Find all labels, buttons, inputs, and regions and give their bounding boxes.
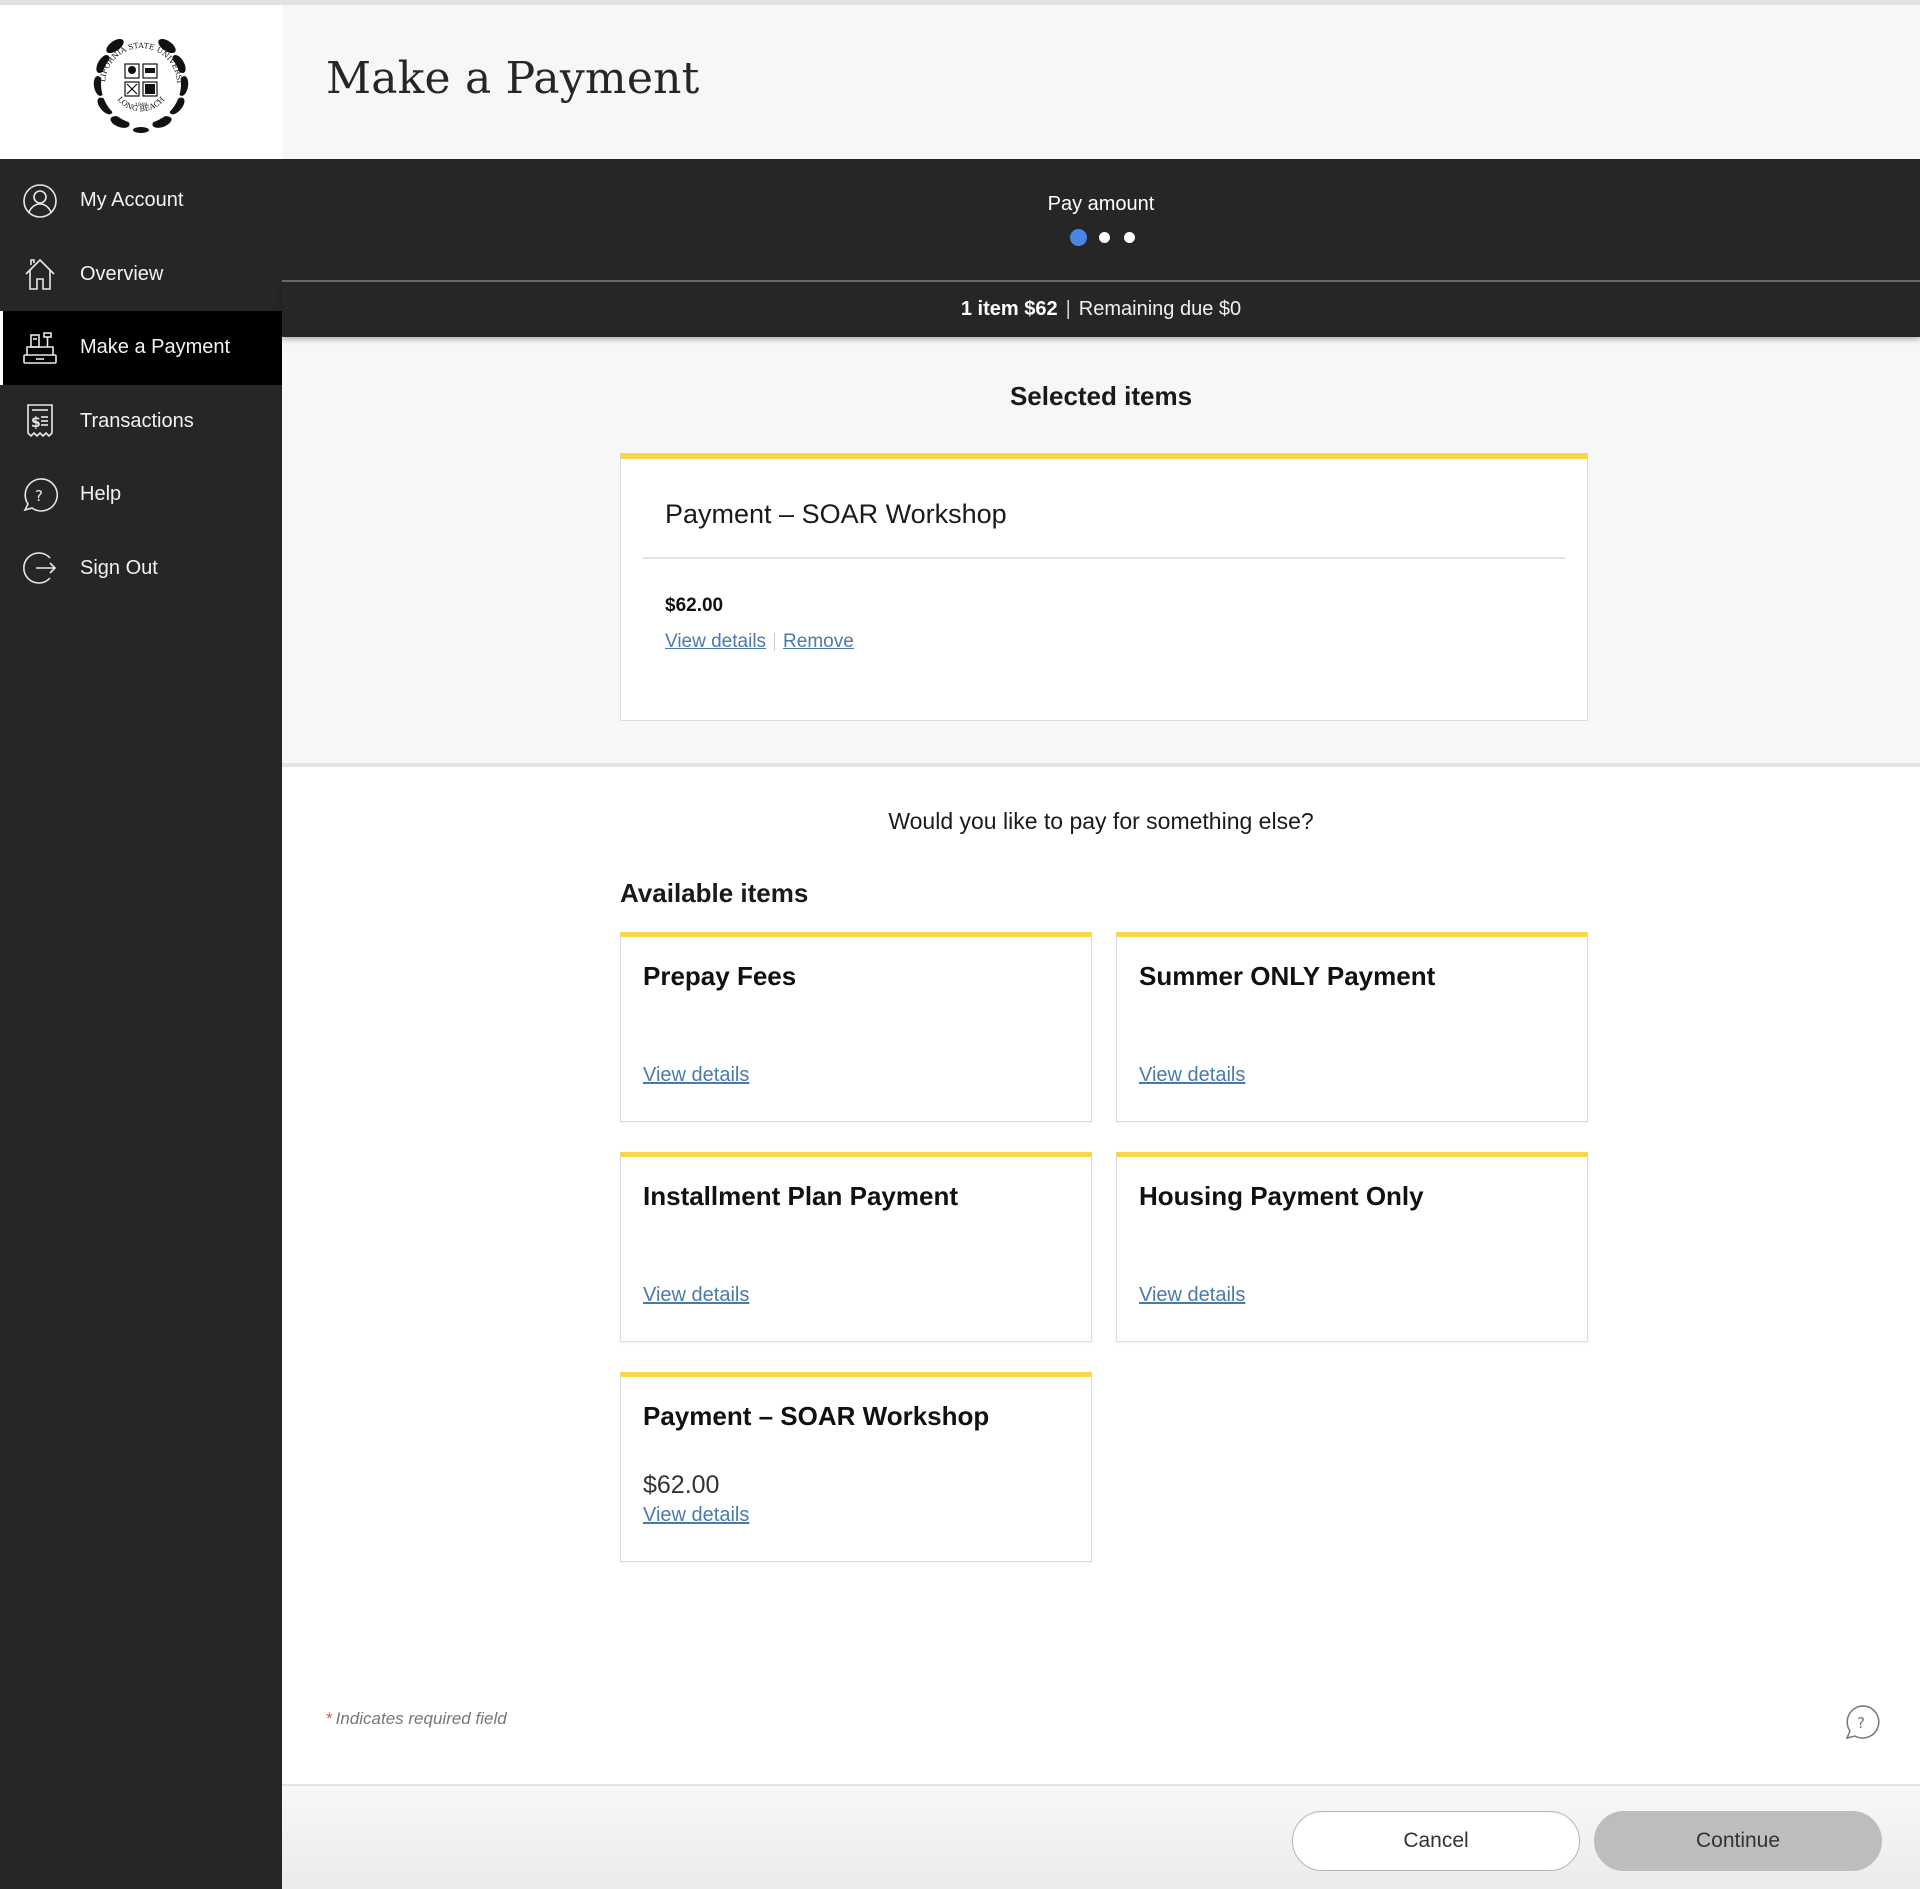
sidebar-item-label: My Account <box>80 189 184 212</box>
available-item-card[interactable]: Summer ONLY Payment View details <box>1116 932 1588 1122</box>
available-item-title: Payment – SOAR Workshop <box>643 1401 990 1431</box>
sidebar-item-label: Help <box>80 483 122 506</box>
view-details-link[interactable]: View details <box>643 1064 749 1087</box>
required-field-note: * Indicates required field <box>326 1709 507 1729</box>
svg-text:?: ? <box>1857 1714 1865 1732</box>
selected-item-actions: View details Remove <box>665 631 854 653</box>
sidebar-item-help[interactable]: ? Help <box>0 458 282 532</box>
continue-button[interactable]: Continue <box>1594 1811 1882 1871</box>
sidebar-item-label: Overview <box>80 262 164 285</box>
step-dot <box>1099 232 1110 243</box>
selected-items-heading: Selected items <box>1009 381 1193 411</box>
required-note-text: Indicates required field <box>335 1709 507 1728</box>
sidebar-item-label: Make a Payment <box>80 336 231 359</box>
view-details-link[interactable]: View details <box>665 631 766 653</box>
sidebar-item-label: Sign Out <box>80 556 158 579</box>
remove-link[interactable]: Remove <box>783 631 854 653</box>
sign-out-icon <box>22 550 58 586</box>
cancel-button[interactable]: Cancel <box>1292 1811 1580 1871</box>
pay-something-else-prompt: Would you like to pay for something else… <box>888 808 1314 834</box>
selected-item-card: Payment – SOAR Workshop $62.00 View deta… <box>620 453 1588 721</box>
remaining-due: Remaining due $0 <box>1078 298 1242 320</box>
view-details-link[interactable]: View details <box>643 1504 749 1527</box>
sidebar-item-overview[interactable]: Overview <box>0 238 282 312</box>
sidebar-item-make-a-payment[interactable]: Make a Payment <box>0 311 282 385</box>
help-bubble-icon: ? <box>22 477 58 513</box>
step-dot <box>1124 232 1135 243</box>
available-item-title: Installment Plan Payment <box>643 1181 958 1211</box>
svg-text:?: ? <box>35 487 43 505</box>
selected-item-amount: $62.00 <box>665 595 724 616</box>
available-item-card[interactable]: Housing Payment Only View details <box>1116 1152 1588 1342</box>
card-divider <box>643 557 1565 559</box>
step-indicator <box>282 229 1920 247</box>
receipt-icon: $ <box>22 403 58 439</box>
payment-summary: 1 item $62 | Remaining due $0 <box>282 282 1920 337</box>
help-chat-button[interactable]: ? <box>1843 1703 1881 1741</box>
sidebar-item-sign-out[interactable]: Sign Out <box>0 532 282 606</box>
svg-text:1949: 1949 <box>135 102 148 108</box>
available-item-card[interactable]: Payment – SOAR Workshop $62.00 View deta… <box>620 1372 1092 1562</box>
selected-items-section: Selected items Payment – SOAR Workshop $… <box>282 337 1920 767</box>
available-items-heading: Available items <box>620 878 809 908</box>
sidebar-item-my-account[interactable]: My Account <box>0 164 282 238</box>
available-item-price: $62.00 <box>643 1471 720 1499</box>
view-details-link[interactable]: View details <box>643 1284 749 1307</box>
selected-item-title: Payment – SOAR Workshop <box>665 499 1007 529</box>
cash-register-icon <box>22 330 58 366</box>
home-icon <box>22 256 58 292</box>
sidebar-item-transactions[interactable]: $ Transactions <box>0 385 282 459</box>
sidebar-item-label: Transactions <box>80 409 194 432</box>
required-star: * <box>326 1709 333 1728</box>
help-bubble-icon: ? <box>1845 1705 1880 1740</box>
available-item-card[interactable]: Prepay Fees View details <box>620 932 1092 1122</box>
sidebar: CALIFORNIA STATE UNIVERSITY LONG BEACH 1… <box>0 5 282 1889</box>
action-footer: Cancel Continue <box>282 1784 1920 1889</box>
available-item-title: Housing Payment Only <box>1139 1181 1424 1211</box>
page-title: Make a Payment <box>326 53 700 104</box>
view-details-link[interactable]: View details <box>1139 1284 1245 1307</box>
svg-text:$: $ <box>31 415 41 431</box>
items-total: 1 item $62 <box>960 298 1058 320</box>
page-header: Make a Payment <box>282 5 1920 159</box>
available-item-card[interactable]: Installment Plan Payment View details <box>620 1152 1092 1342</box>
separator: | <box>1065 298 1071 320</box>
step-dot-active <box>1070 229 1087 246</box>
user-circle-icon <box>22 183 58 219</box>
sidebar-nav: My Account Overview Make a Payment $ Tra… <box>0 164 282 605</box>
university-seal-icon: CALIFORNIA STATE UNIVERSITY LONG BEACH 1… <box>85 26 189 133</box>
available-item-title: Summer ONLY Payment <box>1139 961 1436 991</box>
stepper-band: Pay amount <box>282 159 1920 281</box>
university-logo[interactable]: CALIFORNIA STATE UNIVERSITY LONG BEACH 1… <box>0 5 282 159</box>
view-details-link[interactable]: View details <box>1139 1064 1245 1087</box>
current-step-label: Pay amount <box>1047 193 1155 215</box>
link-separator <box>774 633 776 651</box>
available-item-title: Prepay Fees <box>643 961 797 991</box>
